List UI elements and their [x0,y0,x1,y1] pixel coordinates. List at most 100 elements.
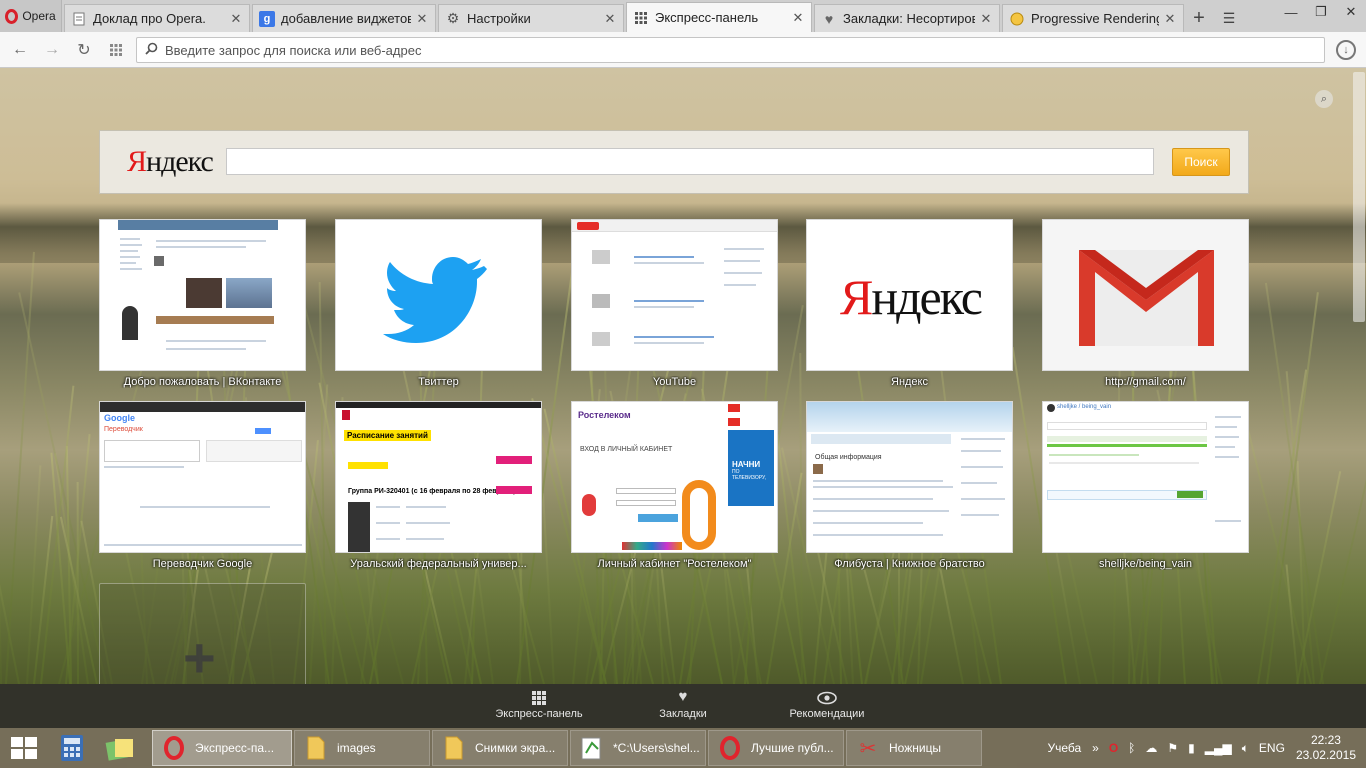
sticky-notes-icon[interactable] [96,728,144,768]
back-arrow-icon[interactable]: ← [4,34,36,66]
opera-tray-icon[interactable]: O [1109,741,1118,755]
chevron-double-icon[interactable]: » [1092,741,1099,755]
network-signal-icon[interactable]: ▂▄▆ [1205,741,1232,755]
tab-bar: Opera Доклад про Opera. ✕ g добавление в… [0,0,1366,32]
close-icon[interactable]: ✕ [229,11,243,27]
yandex-logo: Яндекс [127,145,214,178]
vk-photo [226,278,272,308]
search-icon [137,42,165,58]
tile-rostelecom[interactable]: Ростелеком ВХОД В ЛИЧНЫЙ КАБИНЕТ НАЧНИ П… [571,401,778,553]
tile-vkontakte[interactable] [99,219,306,371]
tab-menu-icon[interactable]: ☰ [1214,4,1244,32]
tile-github[interactable]: shelljke / being_vain [1042,401,1249,553]
toolbar-label[interactable]: Учеба [1047,741,1081,755]
grid-icon [484,688,594,708]
yandex-search-button[interactable]: Поиск [1172,148,1230,176]
opera-logo-icon [5,8,19,24]
tile-urfu[interactable]: Расписание занятий Группа РИ-320401 (с 1… [335,401,542,553]
tab-title: Доклад про Opera. [93,11,206,26]
reload-icon[interactable]: ↻ [68,34,100,66]
twitter-bird-icon [383,257,487,343]
minimize-icon[interactable]: — [1276,0,1306,24]
globe-icon [1009,11,1025,27]
opera-icon [161,735,187,761]
tab-widgets[interactable]: g добавление виджетов ор ✕ [252,4,436,32]
taskbar-button-images[interactable]: images [294,730,430,766]
opera-icon [717,735,743,761]
grass-blade [76,481,79,684]
tab-bookmarks[interactable]: ♥ Закладки: Несортирован ✕ [814,4,1000,32]
calculator-icon[interactable] [48,728,96,768]
search-speed-dial-icon[interactable]: ⌕ [1315,90,1333,108]
tab-progressive[interactable]: Progressive Rendering в ✕ [1002,4,1184,32]
document-icon [71,11,87,27]
tile-gmail[interactable] [1042,219,1249,371]
tab-doklad[interactable]: Доклад про Opera. ✕ [64,4,250,32]
opera-menu-button[interactable]: Opera [0,0,62,32]
tile-label: Твиттер [418,376,459,388]
close-icon[interactable]: ✕ [1163,11,1177,27]
vk-photo [186,278,222,308]
gmail-icon [1079,250,1214,346]
add-speed-dial-button[interactable]: + [99,583,306,684]
clock[interactable]: 22:23 23.02.2015 [1296,733,1356,763]
tile-label: Переводчик Google [152,558,253,570]
taskbar-button-screenshots[interactable]: Снимки экра... [432,730,568,766]
close-icon[interactable]: ✕ [415,11,429,27]
battery-icon[interactable]: ▮ [1188,741,1195,755]
taskbar-button-label: Лучшие публ... [751,741,834,755]
volume-icon[interactable]: 🔈︎ [1242,741,1249,756]
urfu-logo [342,410,350,420]
bluetooth-icon[interactable]: ᛒ [1128,741,1135,755]
tab-speed-dial[interactable]: Экспресс-панель ✕ [626,2,812,32]
tab-settings[interactable]: ⚙ Настройки ✕ [438,4,624,32]
tile-google-translate[interactable]: Google Переводчик [99,401,306,553]
scrollbar[interactable] [1353,72,1365,322]
forward-arrow-icon[interactable]: → [36,34,68,66]
close-window-icon[interactable]: ✕ [1336,0,1366,24]
bottom-tab-speed-dial[interactable]: Экспресс-панель [484,688,594,720]
folder-icon [303,735,329,761]
language-indicator[interactable]: ENG [1259,741,1285,755]
rostelecom-logo: Ростелеком [578,410,631,420]
tile-youtube[interactable] [571,219,778,371]
bottom-tab-recommendations[interactable]: Рекомендации [772,688,882,720]
tile-label: Личный кабинет "Ростелеком" [597,558,752,570]
taskbar-button-opera[interactable]: Экспресс-па... [152,730,292,766]
notepad-icon [579,735,605,761]
tile-flibusta[interactable]: Общая информация [806,401,1013,553]
opera-menu-label: Opera [22,9,56,23]
tab-title: добавление виджетов ор [281,11,411,26]
heart-icon: ♥ [824,10,834,27]
bottom-tab-bookmarks[interactable]: ♥ Закладки [628,688,738,720]
windows-start-button[interactable] [0,728,48,768]
cloud-icon[interactable]: ☁ [1145,741,1157,755]
taskbar-button-snipping[interactable]: ✂ Ножницы [846,730,982,766]
yandex-search-input[interactable] [226,148,1154,175]
windows-logo-icon [11,737,37,759]
flibusta-header [807,402,1012,432]
speed-dial-grid-icon[interactable] [100,34,132,66]
close-icon[interactable]: ✕ [603,11,617,27]
tile-label: Добро пожаловать | ВКонтакте [123,376,282,388]
rostelecom-ad: НАЧНИ ПО ТЕЛЕВИЗОРУ, [728,430,774,506]
folder-icon [441,735,467,761]
grass-blade [26,465,42,684]
tile-twitter[interactable] [335,219,542,371]
new-tab-button[interactable]: + [1184,4,1214,32]
grass-blade [1319,318,1366,684]
tile-label: YouTube [652,376,697,388]
tile-yandex[interactable]: Яндекс [806,219,1013,371]
vk-sidebar [118,234,148,354]
taskbar-button-opera-2[interactable]: Лучшие публ... [708,730,844,766]
close-icon[interactable]: ✕ [979,11,993,27]
gear-icon: ⚙ [446,10,460,26]
download-icon[interactable]: ↓ [1336,40,1356,60]
flag-icon[interactable]: ⚑ [1167,741,1178,755]
clock-time: 22:23 [1310,733,1341,747]
address-input[interactable] [165,42,1324,58]
close-icon[interactable]: ✕ [791,10,805,26]
restore-icon[interactable]: ❐ [1306,0,1336,24]
plus-icon: + [183,626,216,685]
taskbar-button-notepad[interactable]: *C:\Users\shel... [570,730,706,766]
